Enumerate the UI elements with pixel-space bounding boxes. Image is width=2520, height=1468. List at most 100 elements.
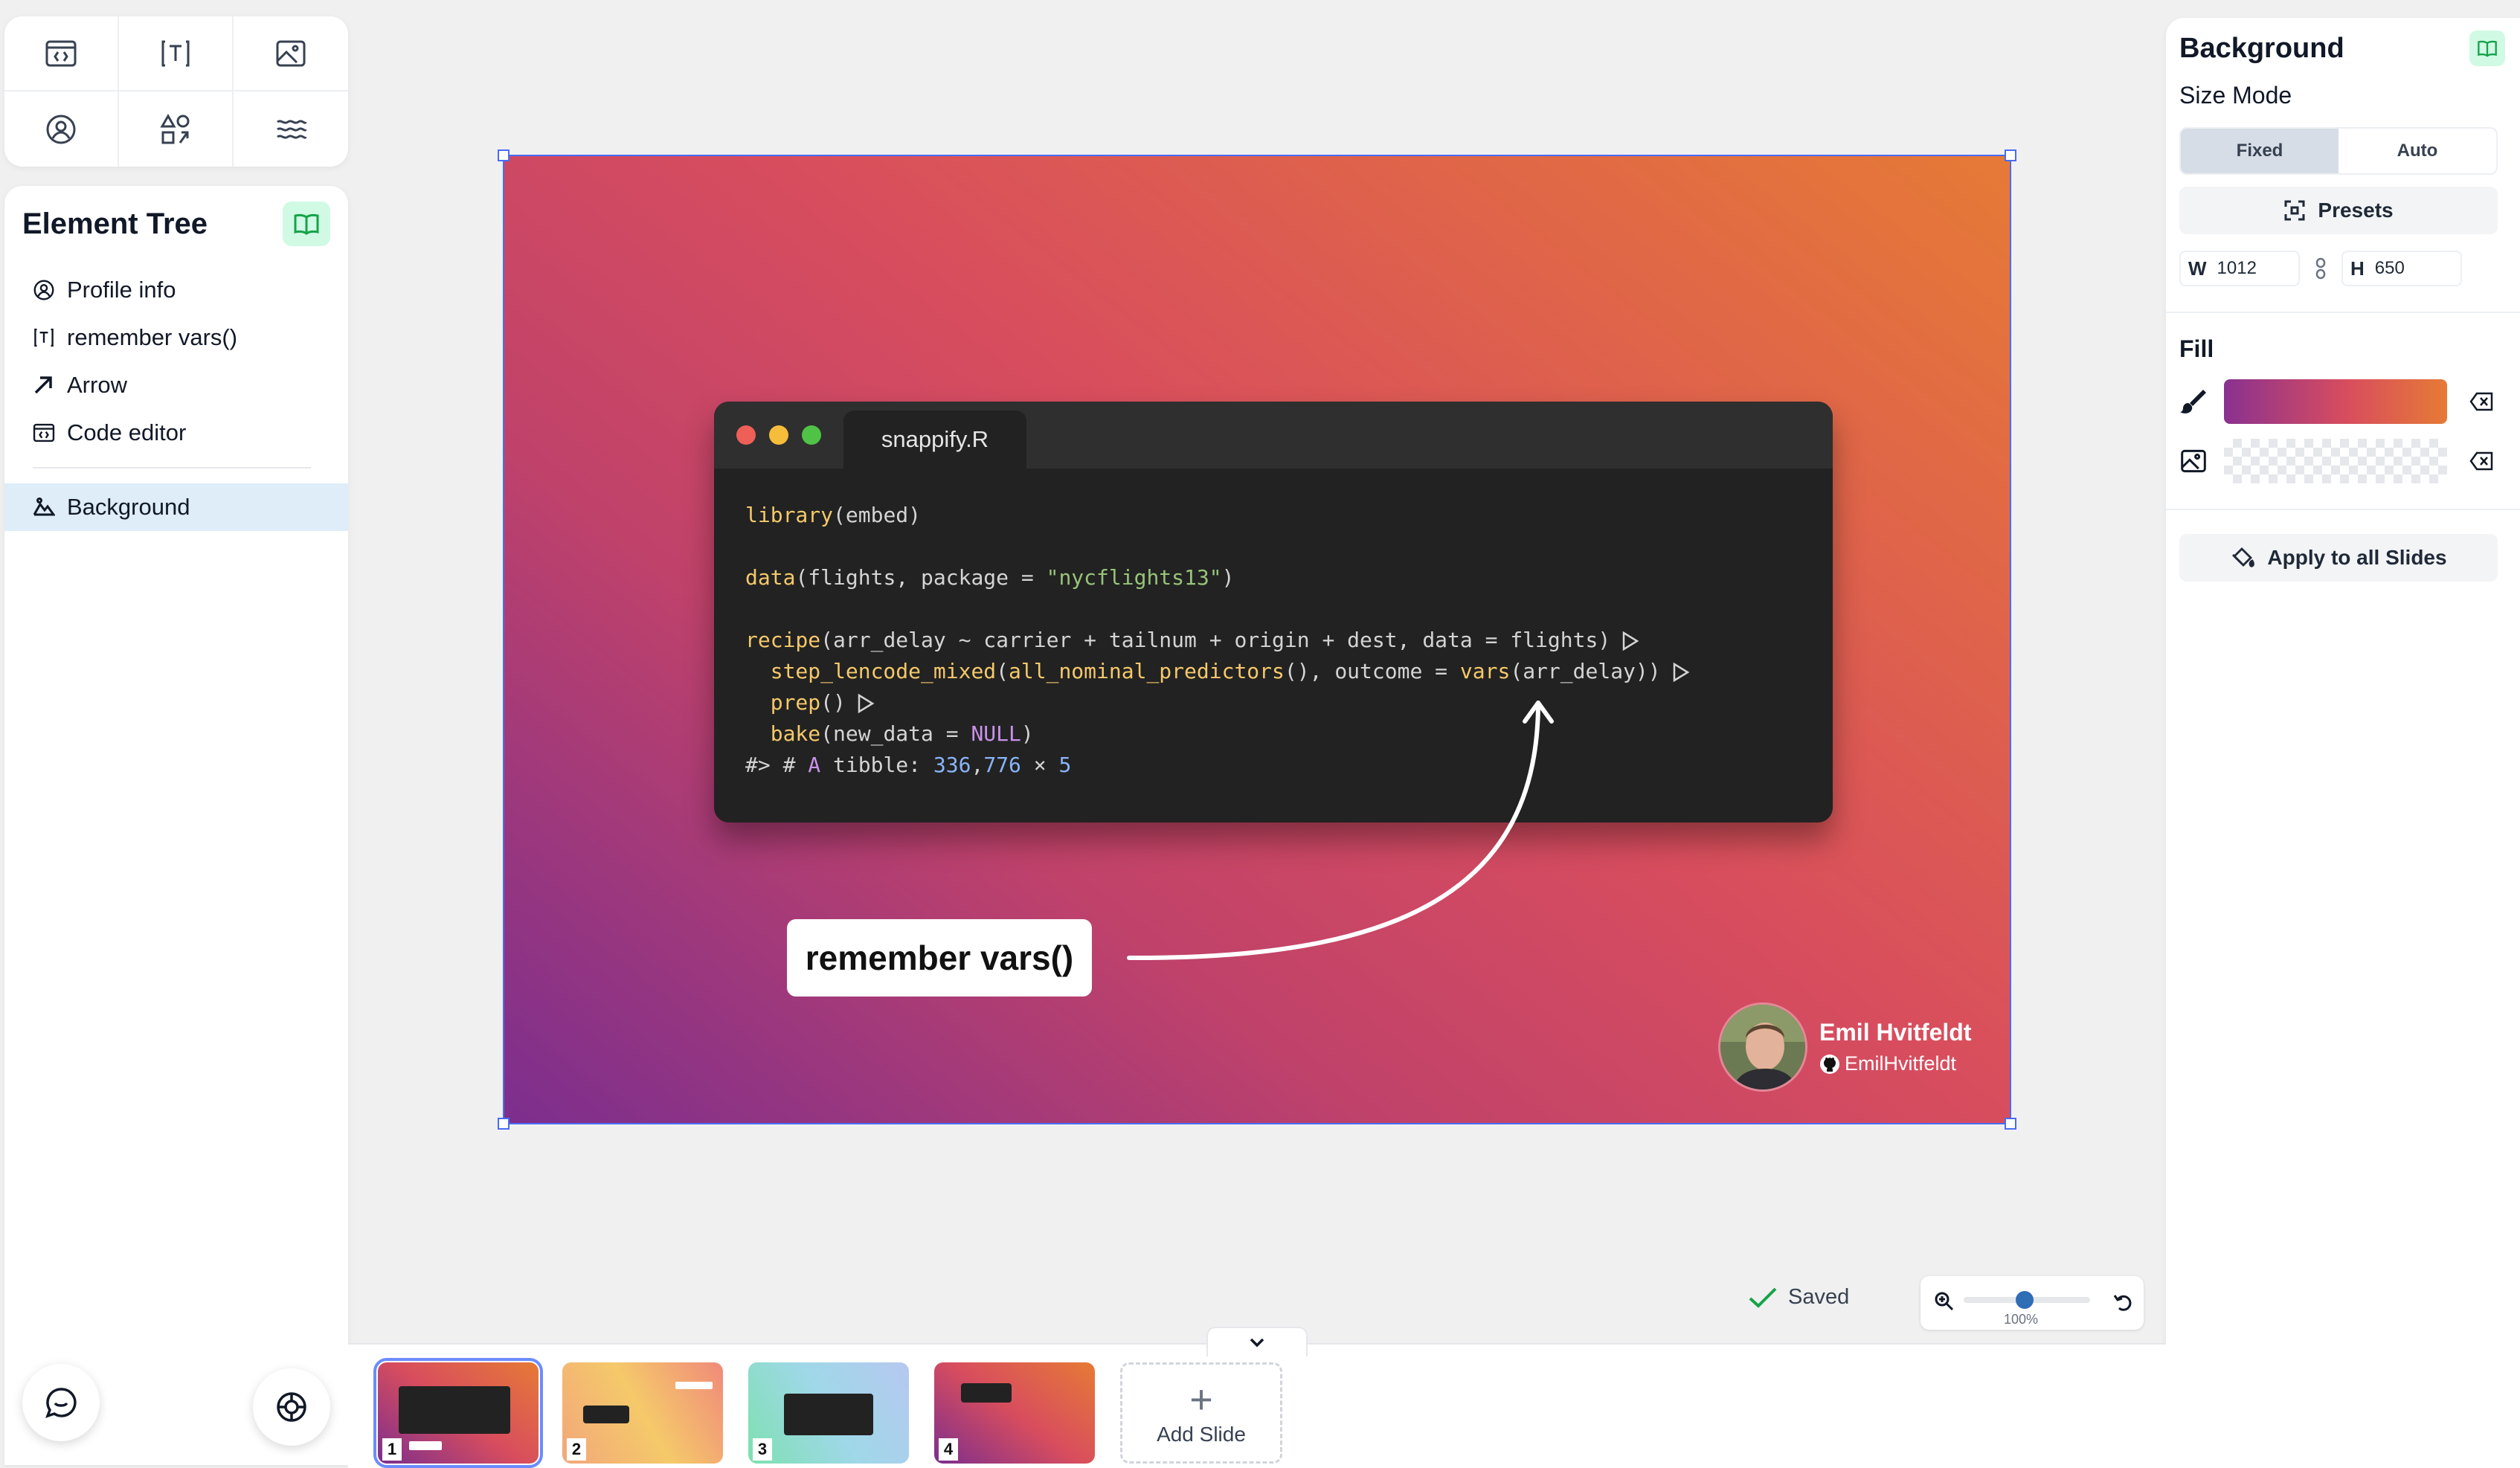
tree-item-background[interactable]: Background [4,483,348,531]
book-icon [294,213,319,235]
chain-link-icon [2315,257,2326,280]
user-circle-icon [46,115,76,144]
tree-item-label: Profile info [67,277,176,303]
image-icon [276,40,306,66]
zoom-control: 100% [1920,1276,2144,1330]
save-status-label: Saved [1788,1285,1850,1309]
profile-info[interactable]: Emil Hvitfeldt EmilHvitfeldt [1718,1002,1971,1092]
tree-item-code-editor[interactable]: Code editor [4,409,348,457]
reset-zoom-icon[interactable] [2112,1292,2132,1312]
clear-image-button[interactable] [2469,451,2493,471]
profile-tool-button[interactable] [4,91,119,167]
tree-divider [33,467,311,469]
tree-item-label: Background [67,494,190,520]
code-editor-tool-button[interactable] [4,16,119,91]
paint-bucket-icon [2232,547,2255,567]
slide-number: 1 [382,1438,402,1461]
tree-item-profile-info[interactable]: Profile info [4,266,348,314]
slide-number: 2 [567,1438,586,1461]
divider [2166,312,2520,313]
shapes-icon [160,113,190,144]
properties-title: Background [2179,32,2344,64]
tree-item-label: Arrow [67,372,127,398]
slide-thumbnail-3[interactable]: 3 [748,1362,909,1464]
size-mode-toggle: Fixed Auto [2179,127,2498,175]
slide-number: 4 [939,1438,958,1461]
slide-thumbnail-1[interactable]: 1 [373,1358,543,1468]
thumb-code [583,1406,629,1423]
curved-arrow[interactable] [504,156,2013,1126]
slide-thumbnail-2[interactable]: 2 [562,1362,723,1464]
book-icon [2478,40,2497,57]
size-mode-fixed[interactable]: Fixed [2181,129,2339,173]
thumb-callout [675,1382,713,1389]
waves-icon [277,119,307,139]
thumb-callout [409,1441,442,1450]
slide-number: 3 [753,1438,772,1461]
shapes-tool-button[interactable] [119,91,234,167]
plus-icon: + [1189,1377,1213,1422]
height-input[interactable]: H 650 [2341,251,2462,286]
callout-text[interactable]: remember vars() [787,919,1092,997]
gradient-fill-button[interactable] [2179,387,2215,416]
frame-icon [2284,200,2305,221]
thumb-code [784,1394,873,1435]
add-slide-button[interactable]: + Add Slide [1120,1362,1282,1464]
tree-item-label: remember vars() [67,324,238,350]
zoom-level: 100% [2004,1312,2039,1327]
apply-all-slides-label: Apply to all Slides [2267,546,2447,569]
divider [2166,509,2520,510]
help-button[interactable] [253,1368,330,1446]
paintbrush-icon [2180,390,2206,413]
image-swatch[interactable] [2224,439,2447,483]
text-icon [34,328,54,347]
properties-panel: Background Size Mode Fixed Auto Presets … [2166,18,2520,1468]
slide-canvas[interactable]: snappify.R library(embed) data(flights, … [498,149,2016,1130]
apply-all-slides-button[interactable]: Apply to all Slides [2179,534,2498,582]
tree-item-remember-vars[interactable]: remember vars() [4,314,348,361]
docs-button[interactable] [2469,30,2505,66]
width-value: 1012 [2217,258,2257,278]
github-icon [1820,1054,1839,1074]
tree-item-arrow[interactable]: Arrow [4,361,348,409]
text-tool-button[interactable] [119,16,234,91]
width-input[interactable]: W 1012 [2179,251,2300,286]
zoom-icon[interactable] [1934,1291,1955,1312]
gradient-swatch[interactable] [2224,379,2447,424]
height-label: H [2350,257,2365,280]
image-fill-button[interactable] [2179,448,2215,474]
docs-button[interactable] [283,202,330,246]
zoom-slider-handle[interactable] [2016,1291,2034,1309]
code-window-icon [33,423,55,442]
text-icon [161,40,190,66]
check-icon [1749,1287,1777,1308]
background-icon [33,498,55,516]
width-label: W [2188,257,2207,280]
presets-label: Presets [2318,199,2394,222]
save-status: Saved [1748,1285,1849,1310]
backspace-icon [2469,392,2493,411]
fill-label: Fill [2179,335,2214,362]
clear-gradient-button[interactable] [2469,392,2493,411]
tree-item-label: Code editor [67,419,187,445]
chevron-down-icon [1250,1338,1264,1348]
backspace-icon [2469,451,2493,471]
arrow-icon [34,376,52,394]
chat-button[interactable] [22,1364,100,1441]
aspect-lock-toggle[interactable] [2300,257,2341,280]
profile-handle: EmilHvitfeldt [1845,1052,1957,1075]
collapse-slides-button[interactable] [1206,1327,1308,1356]
background-tool-button[interactable] [234,91,348,167]
size-mode-auto[interactable]: Auto [2339,129,2496,173]
add-slide-label: Add Slide [1157,1423,1246,1446]
code-window-icon [45,40,77,66]
presets-button[interactable]: Presets [2179,187,2498,234]
user-circle-icon [33,280,54,300]
element-tree-title: Element Tree [22,207,208,240]
height-value: 650 [2374,258,2405,278]
slide-thumbnail-4[interactable]: 4 [934,1362,1095,1464]
toolbar [4,16,348,167]
chat-icon [45,1388,77,1418]
thumb-code [399,1386,510,1434]
image-tool-button[interactable] [234,16,348,91]
